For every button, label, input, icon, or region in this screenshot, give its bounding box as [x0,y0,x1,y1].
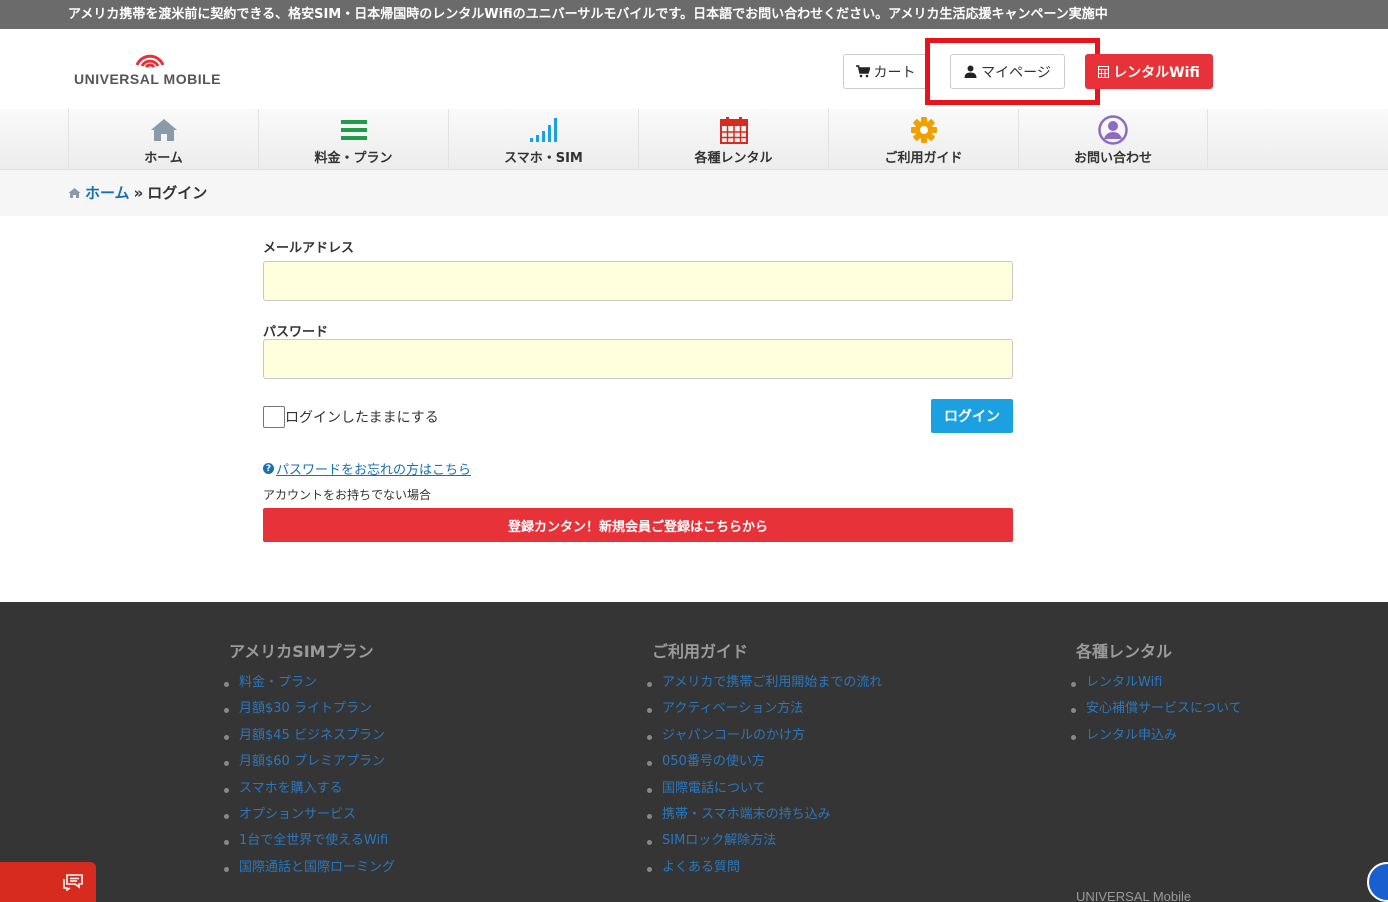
breadcrumb-current: ログイン [147,184,208,202]
footer-link[interactable]: よくある質問 [646,855,882,881]
footer-column-sim-plans: アメリカSIMプラン 料金・プラン 月額$30 ライトプラン 月額$45 ビジネ… [223,638,395,881]
footer-column-title: ご利用ガイド [652,642,749,661]
footer-link[interactable]: 国際電話について [646,776,882,802]
nav-label-pricing: 料金・プラン [314,151,393,166]
login-button[interactable]: ログイン [931,399,1013,433]
remember-me: ログインしたままにする [263,406,439,428]
footer-link[interactable]: SIMロック解除方法 [646,828,882,854]
forgot-password-label: パスワードをお忘れの方はこちら [276,463,472,478]
cart-label: カート [873,64,916,81]
nav-label-rental: 各種レンタル [694,151,773,166]
breadcrumb: ホーム » ログイン [68,182,207,203]
site-logo[interactable]: UNIVERSAL MOBILE [74,51,224,91]
footer-link[interactable]: レンタル申込み [1071,723,1242,749]
footer-link[interactable]: 月額$60 プレミアプラン [223,749,395,775]
remember-me-label: ログインしたままにする [285,410,439,426]
main-nav: ホーム 料金・プラン スマホ・SIM 各種レンタル ご利用ガイド お問い合わせ [0,109,1388,170]
site-footer: アメリカSIMプラン 料金・プラン 月額$30 ライトプラン 月額$45 ビジネ… [0,602,1388,902]
chat-button[interactable] [0,862,96,902]
footer-link[interactable]: 国際通話と国際ローミング [223,855,395,881]
nav-item-contact[interactable]: お問い合わせ [1018,109,1208,170]
breadcrumb-separator: » [133,183,144,202]
nav-label-smartphone-sim: スマホ・SIM [504,151,583,166]
remember-me-checkbox[interactable] [263,406,285,428]
footer-link[interactable]: 携帯・スマホ端末の持ち込み [646,802,882,828]
nav-item-smartphone-sim[interactable]: スマホ・SIM [448,109,638,170]
user-circle-icon [1098,115,1128,145]
logo-text: UNIVERSAL MOBILE [74,71,221,87]
nav-label-home: ホーム [144,151,183,166]
announcement-text: アメリカ携帯を渡米前に契約できる、格安SIM・日本帰国時のレンタルWifiのユニ… [68,7,1108,22]
no-account-text: アカウントをお持ちでない場合 [263,488,432,502]
password-input[interactable] [263,339,1013,379]
gear-icon [910,117,937,143]
question-icon: ? [263,463,274,474]
footer-link[interactable]: アメリカで携帯ご利用開始までの流れ [646,670,882,696]
footer-link[interactable]: 050番号の使い方 [646,749,882,775]
footer-brand: UNIVERSAL Mobile [1076,889,1192,902]
footer-column-rental: 各種レンタル レンタルWifi 安心補償サービスについて レンタル申込み [1071,638,1242,749]
footer-column-title: 各種レンタル [1076,642,1173,661]
footer-link[interactable]: 1台で全世界で使えるWifi [223,828,395,854]
nav-item-pricing[interactable]: 料金・プラン [258,109,448,170]
email-label: メールアドレス [263,241,355,256]
footer-column-title: アメリカSIMプラン [229,642,374,661]
cart-icon [855,65,870,78]
highlight-annotation-box [925,38,1100,105]
password-label: パスワード [263,325,329,340]
nav-label-guide: ご利用ガイド [884,151,963,166]
footer-link[interactable]: レンタルWifi [1071,670,1242,696]
forgot-password-link[interactable]: ? パスワードをお忘れの方はこちら [263,459,471,478]
chat-icon [63,874,83,891]
list-icon [340,120,367,140]
site-header: UNIVERSAL MOBILE カート マイページ レンタルWifi [0,29,1388,109]
footer-link[interactable]: 月額$30 ライトプラン [223,696,395,722]
signal-icon [529,118,557,142]
nav-item-rental[interactable]: 各種レンタル [638,109,828,170]
breadcrumb-home-link[interactable]: ホーム [85,182,130,203]
footer-link[interactable]: 月額$45 ビジネスプラン [223,723,395,749]
footer-link[interactable]: ジャパンコールのかけ方 [646,723,882,749]
rental-wifi-label: レンタルWifi [1113,64,1200,81]
nav-item-home[interactable]: ホーム [68,109,258,170]
footer-link[interactable]: アクティベーション方法 [646,696,882,722]
cart-button[interactable]: カート [843,54,928,89]
rental-wifi-button[interactable]: レンタルWifi [1085,54,1213,89]
nav-label-contact: お問い合わせ [1073,151,1152,166]
register-button[interactable]: 登録カンタン！新規会員ご登録はこちらから [263,508,1013,542]
calendar-icon [719,117,748,144]
email-input[interactable] [263,261,1013,301]
breadcrumb-bar: ホーム » ログイン [0,170,1388,216]
footer-link[interactable]: 料金・プラン [223,670,395,696]
calendar-small-icon [1098,66,1110,78]
footer-column-guide: ご利用ガイド アメリカで携帯ご利用開始までの流れ アクティベーション方法 ジャパ… [646,638,882,881]
nav-item-guide[interactable]: ご利用ガイド [828,109,1018,170]
announcement-bar: アメリカ携帯を渡米前に契約できる、格安SIM・日本帰国時のレンタルWifiのユニ… [0,0,1388,29]
home-icon [150,119,177,141]
footer-link[interactable]: オプションサービス [223,802,395,828]
footer-link[interactable]: スマホを購入する [223,776,395,802]
footer-link[interactable]: 安心補償サービスについて [1071,696,1242,722]
wifi-logo-icon [135,54,165,69]
home-small-icon [68,187,81,198]
